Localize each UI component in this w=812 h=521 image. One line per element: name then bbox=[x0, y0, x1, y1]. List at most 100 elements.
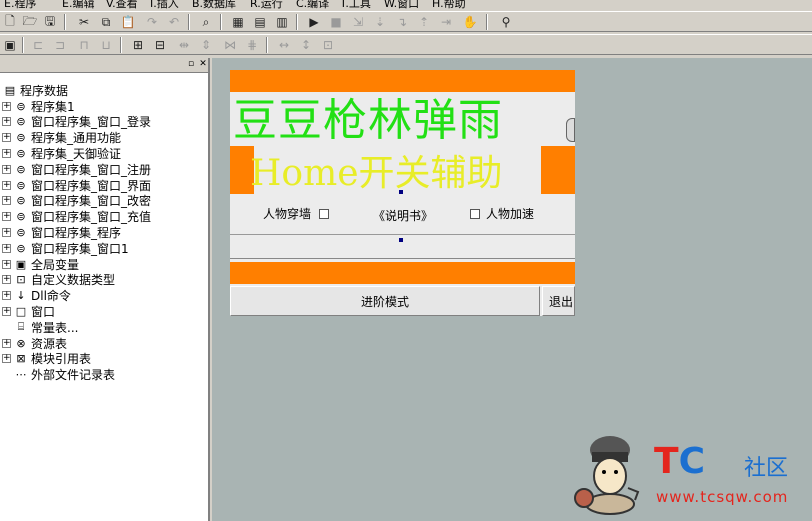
expand-icon[interactable]: + bbox=[2, 306, 11, 316]
tree-item[interactable]: + ⊜ 窗口程序集_程序 bbox=[2, 224, 121, 240]
wall-hack-checkbox[interactable]: 人物穿墙 bbox=[263, 205, 330, 222]
menu-compile[interactable]: C.编译 bbox=[296, 0, 329, 9]
tree-item[interactable]: + ↓ Dll命令 bbox=[2, 288, 71, 304]
expand-icon[interactable]: + bbox=[2, 133, 11, 143]
module-icon: ⊜ bbox=[16, 178, 26, 192]
same-height-icon[interactable]: ⇕ bbox=[198, 37, 214, 53]
form-icon[interactable]: ▣ bbox=[2, 37, 18, 53]
tree-item[interactable]: +⌸常量表... bbox=[2, 319, 79, 335]
tree-item[interactable]: + ⊜ 程序集_通用功能 bbox=[2, 130, 121, 146]
selection-handle[interactable] bbox=[399, 238, 403, 242]
run-to-icon[interactable]: ⇥ bbox=[438, 14, 454, 30]
tree-item[interactable]: + ⊜ 窗口程序集_窗口_界面 bbox=[2, 177, 151, 193]
expand-icon[interactable]: + bbox=[2, 101, 11, 111]
tree-item[interactable]: + ⊜ 程序集_天御验证 bbox=[2, 145, 121, 161]
tree-item[interactable]: + ▣ 全局变量 bbox=[2, 256, 79, 272]
tree-item[interactable]: + ⊠ 模块引用表 bbox=[2, 351, 91, 367]
step-icon[interactable]: ⇲ bbox=[350, 14, 366, 30]
datatype-icon: ⊡ bbox=[16, 273, 26, 287]
center-vertical-icon[interactable]: ⊟ bbox=[152, 37, 168, 53]
expand-icon[interactable]: + bbox=[2, 354, 11, 364]
binoculars-icon[interactable]: ⚲ bbox=[498, 14, 514, 30]
layout1-icon[interactable]: ▦ bbox=[230, 14, 246, 30]
wall-hack-box[interactable] bbox=[319, 208, 330, 219]
menu-insert[interactable]: I.插入 bbox=[150, 0, 179, 9]
manual-link[interactable]: 《说明书》 bbox=[373, 207, 433, 224]
expand-icon[interactable]: + bbox=[2, 196, 11, 206]
undo-icon[interactable]: ↶ bbox=[166, 14, 182, 30]
layout3-icon[interactable]: ▥ bbox=[274, 14, 290, 30]
expand-icon[interactable]: + bbox=[2, 275, 11, 285]
save-icon[interactable]: 🖫 bbox=[42, 14, 58, 30]
hand-icon[interactable]: ✋ bbox=[462, 14, 478, 30]
menu-edit[interactable]: E.编辑 bbox=[62, 0, 94, 9]
align-top-icon[interactable]: ⊓ bbox=[76, 37, 92, 53]
expand-icon[interactable]: + bbox=[2, 338, 11, 348]
expand-icon[interactable]: + bbox=[2, 212, 11, 222]
layout2-icon[interactable]: ▤ bbox=[252, 14, 268, 30]
paste-icon[interactable]: 📋 bbox=[120, 14, 136, 30]
expand-icon[interactable]: + bbox=[2, 148, 11, 158]
same-width-icon[interactable]: ⇹ bbox=[176, 37, 192, 53]
expand-icon[interactable]: + bbox=[2, 291, 11, 301]
speed-label: 人物加速 bbox=[486, 207, 535, 221]
new-file-icon[interactable]: 🗋 bbox=[2, 14, 18, 30]
expand-icon[interactable]: + bbox=[2, 259, 11, 269]
step-into-icon[interactable]: ⇣ bbox=[372, 14, 388, 30]
tree-item[interactable]: + ⊡ 自定义数据类型 bbox=[2, 272, 115, 288]
align-bottom-icon[interactable]: ⊔ bbox=[98, 37, 114, 53]
cut-icon[interactable]: ✂ bbox=[76, 14, 92, 30]
menu-run[interactable]: R.运行 bbox=[250, 0, 283, 9]
side-button[interactable] bbox=[566, 118, 575, 142]
tree-item[interactable]: + ⊜ 程序集1 bbox=[2, 98, 75, 114]
menu-view[interactable]: V.查看 bbox=[106, 0, 138, 9]
expand-icon[interactable]: + bbox=[2, 180, 11, 190]
expand-icon[interactable]: + bbox=[2, 243, 11, 253]
tree-item[interactable]: + ⊜ 窗口程序集_窗口_充值 bbox=[2, 209, 151, 225]
tree-item[interactable]: + ⊜ 窗口程序集_窗口_改密 bbox=[2, 193, 151, 209]
menu-program[interactable]: E.程序 bbox=[4, 0, 36, 9]
close-icon[interactable]: ✕ bbox=[198, 60, 208, 69]
menu-tools[interactable]: T.工具 bbox=[340, 0, 371, 9]
speed-checkbox[interactable]: 人物加速 bbox=[470, 205, 534, 222]
exit-button[interactable]: 退出 bbox=[542, 286, 575, 316]
menu-database[interactable]: B.数据库 bbox=[192, 0, 236, 9]
grid-icon[interactable]: ⊡ bbox=[320, 37, 336, 53]
stop-icon[interactable]: ■ bbox=[328, 14, 344, 30]
space-vertical-icon[interactable]: ⋕ bbox=[244, 37, 260, 53]
align-left-icon[interactable]: ⊏ bbox=[30, 37, 46, 53]
find-icon[interactable]: ⌕ bbox=[198, 14, 214, 30]
expand-icon[interactable]: + bbox=[2, 227, 11, 237]
tree-item[interactable]: + ⊜ 窗口程序集_窗口_登录 bbox=[2, 114, 151, 130]
tree-root[interactable]: ▤ 程序数据 bbox=[2, 82, 68, 98]
size-height-icon[interactable]: ↕ bbox=[298, 37, 314, 53]
tree-item-label: 自定义数据类型 bbox=[31, 273, 116, 288]
panel-restore-icon[interactable]: ▫ bbox=[186, 60, 196, 69]
step-out-icon[interactable]: ⇡ bbox=[416, 14, 432, 30]
align-center-icon[interactable]: ⊐ bbox=[52, 37, 68, 53]
open-folder-icon[interactable]: 🗁 bbox=[22, 14, 38, 30]
title-label: 豆豆枪林弹雨 bbox=[233, 96, 503, 146]
step-over-icon[interactable]: ↴ bbox=[394, 14, 410, 30]
tree-item[interactable]: + □ 窗口 bbox=[2, 303, 55, 319]
tree-item[interactable]: + ⊗ 资源表 bbox=[2, 335, 67, 351]
size-width-icon[interactable]: ↔ bbox=[276, 37, 292, 53]
expand-icon[interactable]: + bbox=[2, 117, 11, 127]
tree-item[interactable]: + ⊜ 窗口程序集_窗口1 bbox=[2, 240, 129, 256]
menu-help[interactable]: H.帮助 bbox=[432, 0, 466, 9]
speed-box[interactable] bbox=[470, 208, 480, 219]
center-horizontal-icon[interactable]: ⊞ bbox=[130, 37, 146, 53]
expand-icon[interactable]: + bbox=[2, 164, 11, 174]
tree-item[interactable]: + ⊜ 窗口程序集_窗口_注册 bbox=[2, 161, 151, 177]
dll-icon: ↓ bbox=[16, 289, 26, 303]
menu-window[interactable]: W.窗口 bbox=[384, 0, 419, 9]
tree-panel-header: ▫ ✕ bbox=[0, 58, 208, 73]
run-icon[interactable]: ▶ bbox=[306, 14, 322, 30]
copy-icon[interactable]: ⧉ bbox=[98, 14, 114, 30]
space-horizontal-icon[interactable]: ⋈ bbox=[222, 37, 238, 53]
redo-icon[interactable]: ↷ bbox=[144, 14, 160, 30]
tree-item-label: 窗口程序集_窗口_改密 bbox=[31, 194, 152, 209]
tree-item[interactable]: +⋯外部文件记录表 bbox=[2, 367, 116, 383]
selection-handle[interactable] bbox=[399, 190, 403, 194]
advanced-mode-button[interactable]: 进阶模式 bbox=[230, 286, 540, 316]
